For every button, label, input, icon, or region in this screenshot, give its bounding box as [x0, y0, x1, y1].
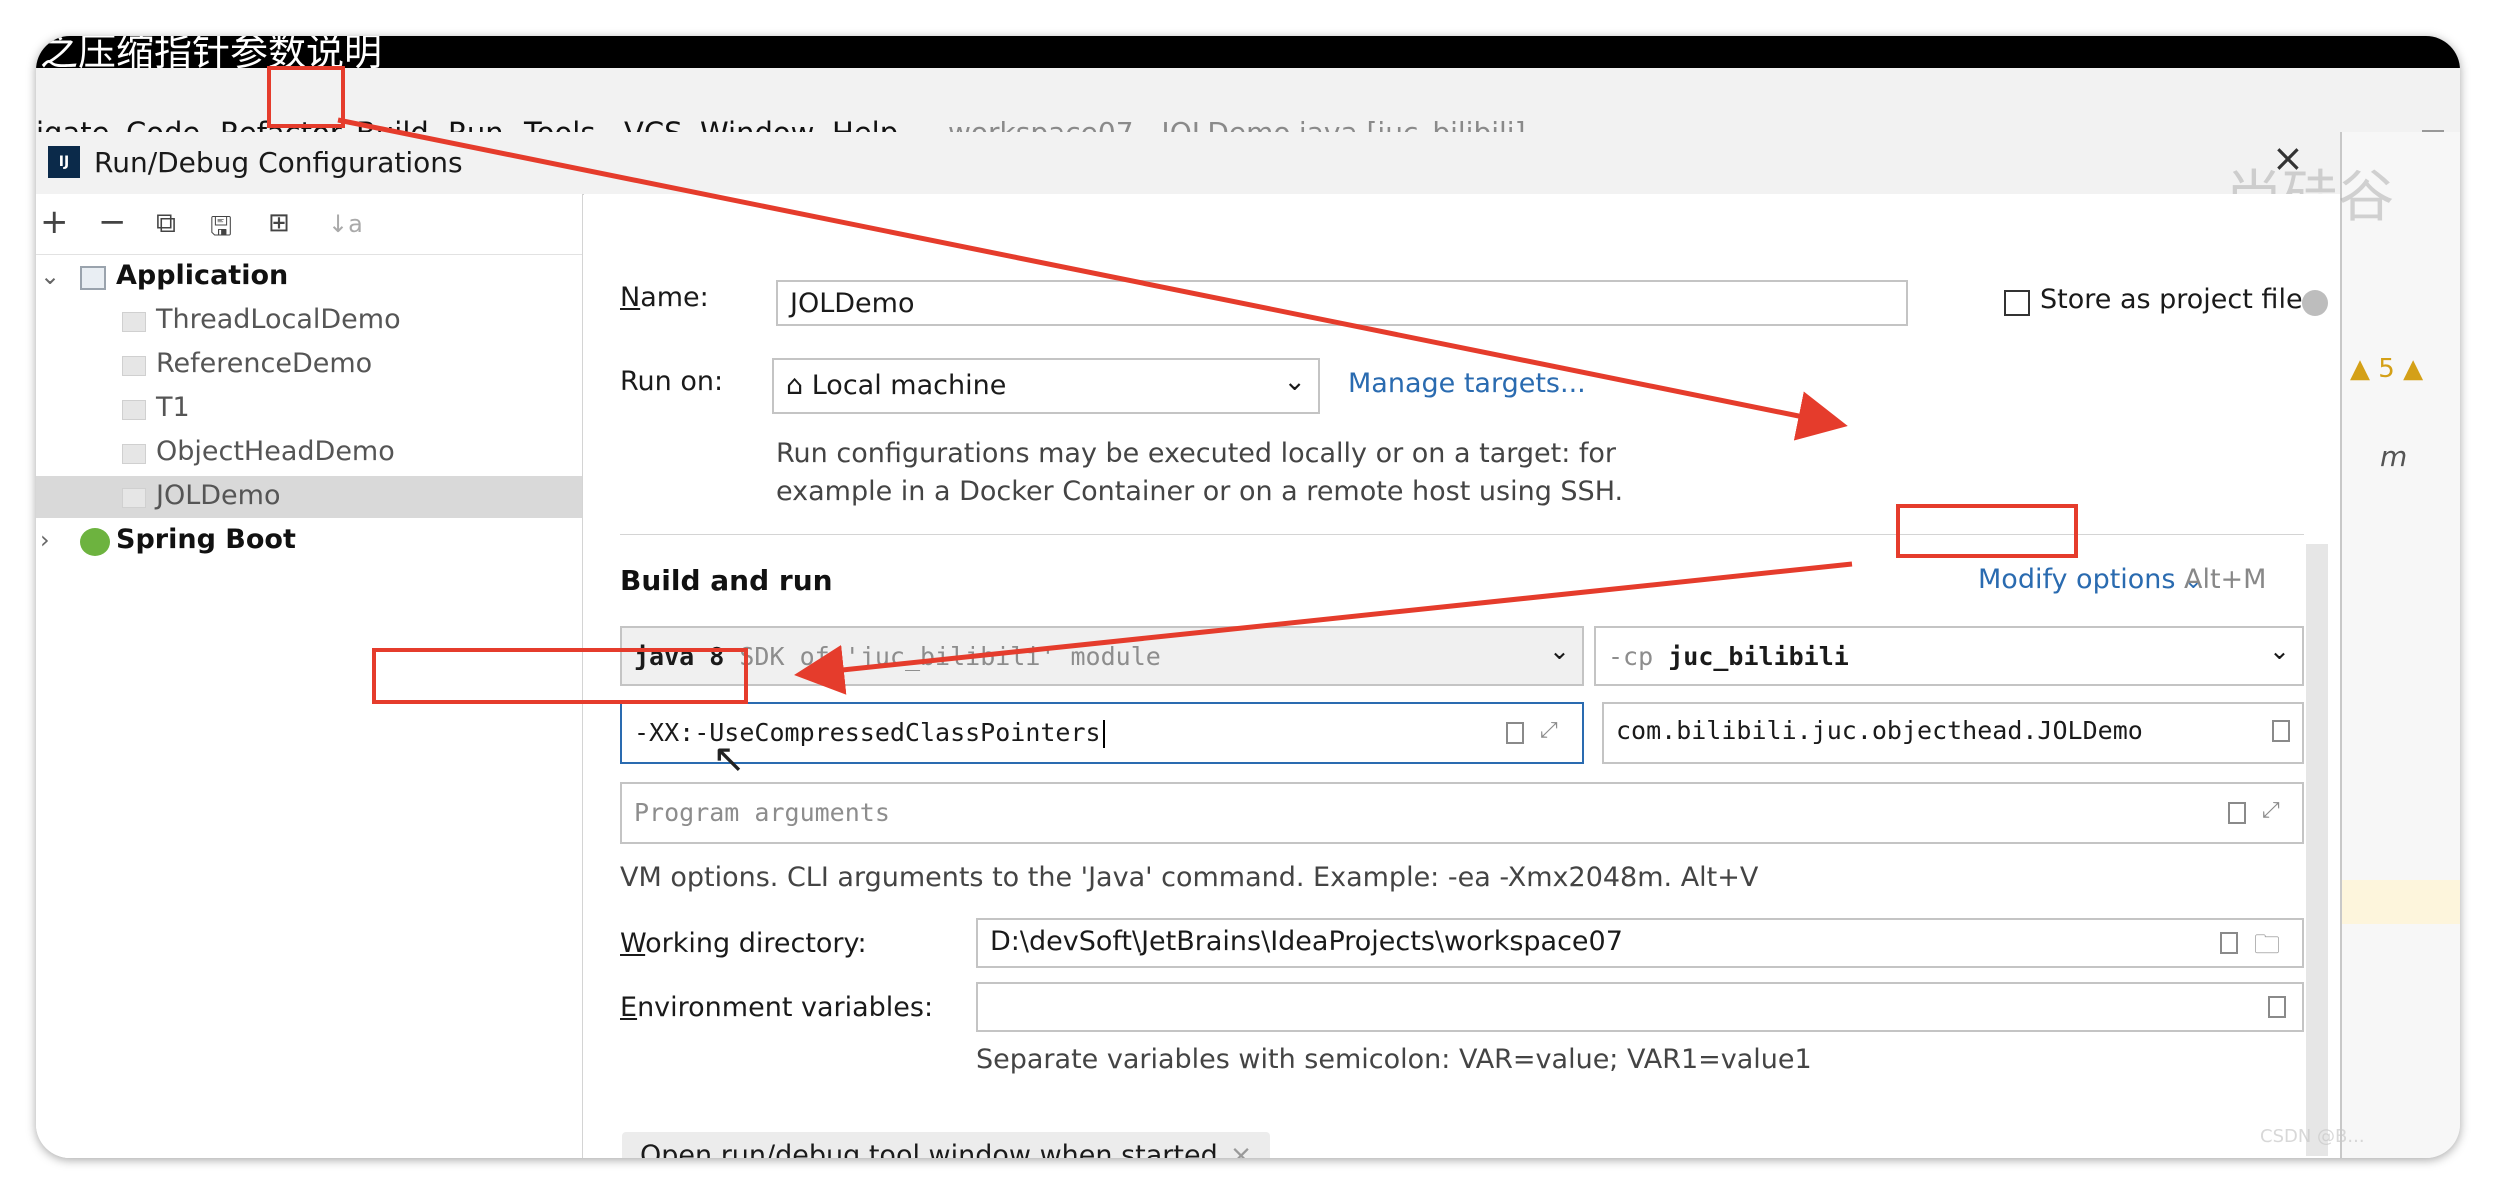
mouse-cursor-icon: ↖ [712, 736, 746, 782]
annotation-arrows [337, 117, 1853, 695]
annotation-arrow-to-vm-options [794, 561, 1853, 695]
screenshot-frame: 之压缩指针参数说明 igate Code Refactor Build Run … [36, 36, 2460, 1158]
corner-watermark: CSDN @B... [2260, 1126, 2365, 1147]
annotation-arrow-run-to-options [337, 117, 1848, 441]
